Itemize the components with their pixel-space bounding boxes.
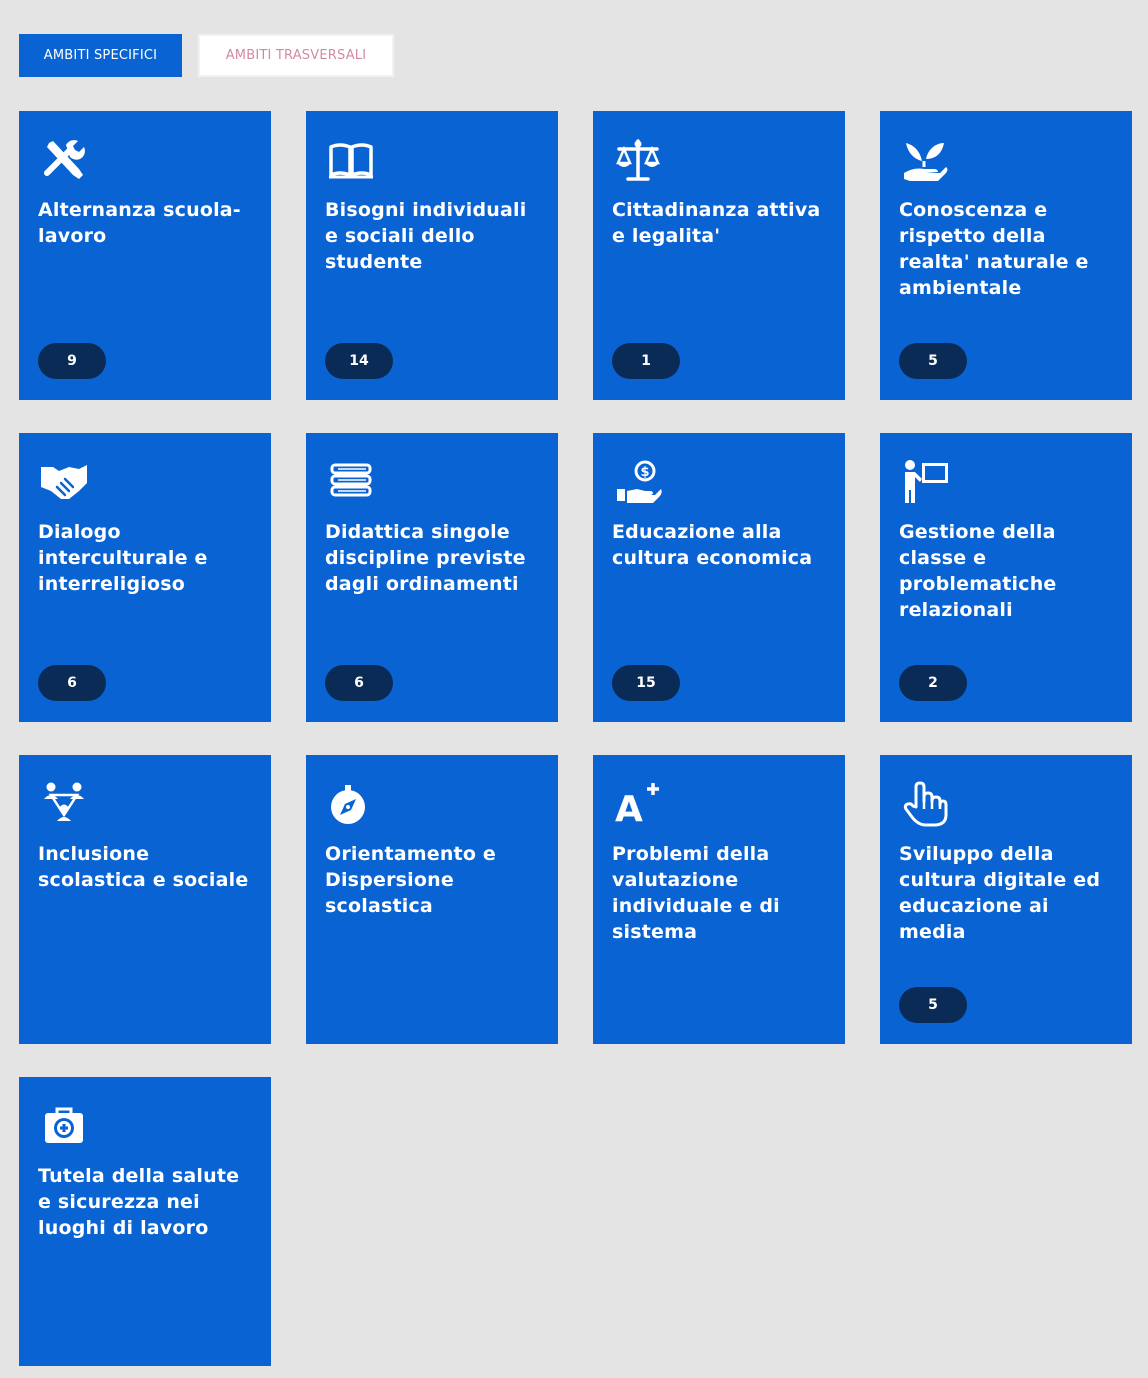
card-sviluppo-cultura-digitale[interactable]: Sviluppo della cultura digitale ed educa…: [880, 755, 1132, 1044]
card-title: Gestione della classe e problematiche re…: [899, 521, 1057, 621]
count-badge: 6: [325, 665, 393, 701]
card-bisogni-individuali[interactable]: Bisogni individuali e sociali dello stud…: [306, 111, 558, 400]
count-badge: 5: [899, 343, 967, 379]
count-badge: 6: [38, 665, 106, 701]
money-hand-icon: $: [613, 457, 665, 507]
card-title: Inclusione scolastica e sociale: [38, 843, 249, 891]
svg-text:A: A: [615, 789, 643, 829]
count-badge: 9: [38, 343, 106, 379]
card-title: Dialogo interculturale e interreligioso: [38, 521, 208, 595]
card-title: Problemi della valutazione individuale e…: [612, 843, 780, 943]
card-title: Cittadinanza attiva e legalita': [612, 199, 821, 247]
ambiti-grid: Alternanza scuola-lavoro 9 Bisogni indiv…: [19, 111, 1132, 1366]
count-badge: 14: [325, 343, 393, 379]
tools-icon: [39, 135, 91, 185]
people-network-icon: [39, 779, 91, 829]
count-badge: 1: [612, 343, 680, 379]
first-aid-icon: [39, 1101, 91, 1151]
card-title: Conoscenza e rispetto della realta' natu…: [899, 199, 1089, 299]
card-orientamento-dispersione[interactable]: Orientamento e Dispersione scolastica: [306, 755, 558, 1044]
page: AMBITI SPECIFICI AMBITI TRASVERSALI Alte…: [0, 0, 1148, 1378]
handshake-icon: [39, 457, 91, 507]
card-title: Bisogni individuali e sociali dello stud…: [325, 199, 527, 273]
card-inclusione-scolastica[interactable]: Inclusione scolastica e sociale: [19, 755, 271, 1044]
count-badge: 2: [899, 665, 967, 701]
card-dialogo-interculturale[interactable]: Dialogo interculturale e interreligioso …: [19, 433, 271, 722]
card-title: Didattica singole discipline previste da…: [325, 521, 526, 595]
tab-ambiti-trasversali[interactable]: AMBITI TRASVERSALI: [198, 34, 394, 77]
count-badge: 5: [899, 987, 967, 1023]
plant-hand-icon: [900, 135, 952, 185]
card-title: Sviluppo della cultura digitale ed educa…: [899, 843, 1101, 943]
card-title: Tutela della salute e sicurezza nei luog…: [38, 1165, 240, 1239]
card-didattica-singole-discipline[interactable]: Didattica singole discipline previste da…: [306, 433, 558, 722]
card-educazione-cultura-economica[interactable]: $ Educazione alla cultura economica 15: [593, 433, 845, 722]
card-gestione-della-classe[interactable]: Gestione della classe e problematiche re…: [880, 433, 1132, 722]
a-plus-icon: A: [613, 779, 665, 829]
book-icon: [326, 135, 378, 185]
card-title: Educazione alla cultura economica: [612, 521, 813, 569]
card-title: Orientamento e Dispersione scolastica: [325, 843, 496, 917]
card-cittadinanza-attiva[interactable]: Cittadinanza attiva e legalita' 1: [593, 111, 845, 400]
compass-icon: [326, 779, 378, 829]
card-problemi-valutazione[interactable]: A Problemi della valutazione individuale…: [593, 755, 845, 1044]
teacher-board-icon: [900, 457, 952, 507]
svg-text:$: $: [640, 465, 649, 480]
card-title: Alternanza scuola-lavoro: [38, 199, 241, 247]
card-tutela-salute-sicurezza[interactable]: Tutela della salute e sicurezza nei luog…: [19, 1077, 271, 1366]
count-badge: 15: [612, 665, 680, 701]
books-stack-icon: [326, 457, 378, 507]
card-alternanza-scuola-lavoro[interactable]: Alternanza scuola-lavoro 9: [19, 111, 271, 400]
tab-bar: AMBITI SPECIFICI AMBITI TRASVERSALI: [19, 34, 394, 77]
card-conoscenza-rispetto[interactable]: Conoscenza e rispetto della realta' natu…: [880, 111, 1132, 400]
pointer-hand-icon: [900, 779, 952, 829]
tab-ambiti-specifici[interactable]: AMBITI SPECIFICI: [19, 34, 182, 77]
scales-icon: [613, 135, 665, 185]
